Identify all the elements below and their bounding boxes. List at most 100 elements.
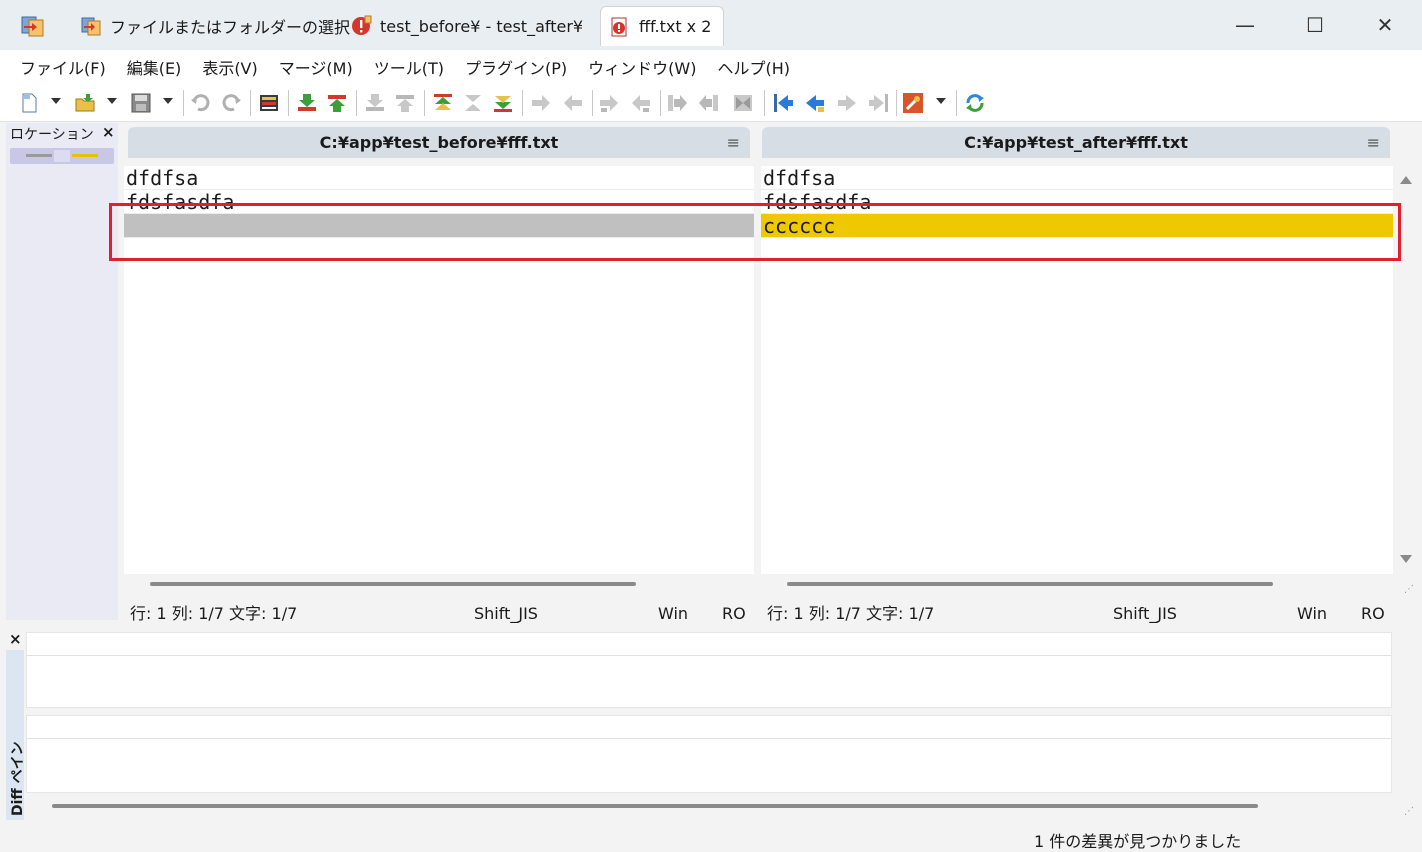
tab-file-compare[interactable]: fff.txt x 2 <box>600 6 725 46</box>
diff-size-grip-icon[interactable]: ⋰ <box>1404 806 1414 817</box>
menu-file[interactable]: ファイル(F) <box>20 55 106 79</box>
left-file-path: C:¥app¥test_before¥fff.txt <box>319 133 559 152</box>
location-viewport[interactable] <box>54 150 70 162</box>
maximize-button[interactable]: ☐ <box>1300 10 1330 40</box>
menu-tools[interactable]: ツール(T) <box>374 55 444 79</box>
next-file-icon[interactable] <box>836 92 858 114</box>
right-scroll-thumb[interactable] <box>787 582 1273 586</box>
options-tools-icon[interactable] <box>902 92 924 114</box>
next-conflict-icon[interactable] <box>364 92 386 114</box>
menu-help[interactable]: ヘルプ(H) <box>717 55 790 79</box>
menu-bar: ファイル(F) 編集(E) 表示(V) マージ(M) ツール(T) プラグイン(… <box>0 50 1422 84</box>
refresh-icon[interactable] <box>964 92 986 114</box>
toolbar-separator <box>183 90 184 116</box>
title-bar: ファイルまたはフォルダーの選択 test_before¥ - test_afte… <box>0 0 1422 50</box>
diff-horizontal-scrollbar[interactable] <box>26 800 1392 812</box>
tab-folder-select[interactable]: ファイルまたはフォルダーの選択 <box>80 6 350 46</box>
status-message: 1 件の差異が見つかりました <box>1034 832 1242 851</box>
copy-right-icon[interactable] <box>530 92 552 114</box>
menu-view[interactable]: 表示(V) <box>202 55 257 79</box>
filter-view-icon[interactable] <box>258 92 280 114</box>
right-pane-menu-icon[interactable]: ≡ <box>1367 127 1380 158</box>
left-eol: Win <box>658 604 689 623</box>
left-horizontal-scrollbar[interactable] <box>124 578 754 590</box>
warning-compare-icon <box>352 15 372 35</box>
next-diff-icon[interactable] <box>296 92 318 114</box>
menu-plugins[interactable]: プラグイン(P) <box>465 55 567 79</box>
menu-merge[interactable]: マージ(M) <box>279 55 353 79</box>
new-document-icon[interactable] <box>18 92 40 114</box>
minimize-button[interactable]: — <box>1230 10 1260 40</box>
right-line-1[interactable]: dfdfsa <box>761 166 1393 190</box>
right-eol: Win <box>1297 604 1328 623</box>
left-line-1[interactable]: dfdfsa <box>124 166 754 190</box>
scroll-up-icon[interactable] <box>1400 176 1412 184</box>
prev-file-icon[interactable] <box>772 92 794 114</box>
diff-pane-close-button[interactable]: × <box>9 630 22 648</box>
current-diff-icon[interactable] <box>462 92 484 114</box>
first-diff-icon[interactable] <box>432 92 454 114</box>
close-button[interactable]: ✕ <box>1370 10 1400 40</box>
toolbar-separator <box>764 90 765 116</box>
right-cursor-position: 行: 1 列: 1/7 文字: 1/7 <box>767 604 935 623</box>
toolbar-separator <box>288 90 289 116</box>
left-cursor-position: 行: 1 列: 1/7 文字: 1/7 <box>130 604 298 623</box>
menu-window[interactable]: ウィンドウ(W) <box>588 55 696 79</box>
diff-pane-right[interactable] <box>26 715 1392 793</box>
location-pane-title: ロケーション ペイン <box>10 127 94 143</box>
location-marker-removed <box>26 154 52 157</box>
tab-folder-compare[interactable]: test_before¥ - test_after¥ <box>350 6 583 46</box>
toolbar-separator <box>660 90 661 116</box>
status-bar: 1 件の差異が見つかりました <box>0 826 1422 852</box>
merge-all-icon[interactable] <box>732 92 754 114</box>
prev-conflict-icon[interactable] <box>394 92 416 114</box>
right-horizontal-scrollbar[interactable] <box>761 578 1393 590</box>
redo-icon[interactable] <box>220 92 242 114</box>
undo-icon[interactable] <box>190 92 212 114</box>
toolbar-separator <box>896 90 897 116</box>
new-dropdown-icon[interactable] <box>51 98 61 104</box>
diff-pane-left[interactable] <box>26 632 1392 708</box>
left-readonly: RO <box>722 604 746 623</box>
text-compare-icon <box>611 17 627 36</box>
compare-folder-icon <box>81 17 101 36</box>
left-pane-menu-icon[interactable]: ≡ <box>727 127 740 158</box>
save-dropdown-icon[interactable] <box>163 98 173 104</box>
toolbar <box>0 84 1422 122</box>
prev-file-alt-icon[interactable] <box>804 92 826 114</box>
left-scroll-thumb[interactable] <box>150 582 636 586</box>
open-dropdown-icon[interactable] <box>107 98 117 104</box>
copy-left-advance-icon[interactable] <box>630 92 652 114</box>
left-status-bar: 行: 1 列: 1/7 文字: 1/7 Shift_JIS Win RO <box>124 600 754 628</box>
options-dropdown-icon[interactable] <box>936 98 946 104</box>
menu-edit[interactable]: 編集(E) <box>127 55 182 79</box>
toolbar-separator <box>956 90 957 116</box>
location-pane-close-button[interactable]: × <box>102 123 115 141</box>
left-pane-header: C:¥app¥test_before¥fff.txt ≡ <box>128 127 750 158</box>
toolbar-separator <box>592 90 593 116</box>
last-diff-icon[interactable] <box>492 92 514 114</box>
prev-diff-icon[interactable] <box>326 92 348 114</box>
scroll-down-icon[interactable] <box>1400 555 1412 563</box>
location-map[interactable] <box>10 148 114 164</box>
copy-right-advance-icon[interactable] <box>598 92 620 114</box>
save-icon[interactable] <box>130 92 152 114</box>
copy-all-left-icon[interactable] <box>698 92 720 114</box>
last-file-icon[interactable] <box>868 92 890 114</box>
diff-row-divider <box>27 655 1391 656</box>
location-pane: ロケーション ペイン × <box>6 123 118 620</box>
toolbar-separator <box>522 90 523 116</box>
right-encoding: Shift_JIS <box>1113 604 1177 623</box>
tab-label: test_before¥ - test_after¥ <box>380 16 584 36</box>
copy-left-icon[interactable] <box>562 92 584 114</box>
open-folder-icon[interactable] <box>74 92 96 114</box>
diff-pane-title: Diff ペイン <box>10 741 26 816</box>
right-readonly: RO <box>1361 604 1385 623</box>
toolbar-separator <box>250 90 251 116</box>
size-grip-icon[interactable]: ⋰ <box>1404 584 1414 595</box>
diff-scroll-thumb[interactable] <box>52 804 1258 808</box>
diff-pane-sidebar: Diff ペイン <box>6 650 26 820</box>
winmerge-app-icon[interactable] <box>20 14 46 38</box>
tab-label: fff.txt x 2 <box>639 17 712 36</box>
copy-all-right-icon[interactable] <box>666 92 688 114</box>
